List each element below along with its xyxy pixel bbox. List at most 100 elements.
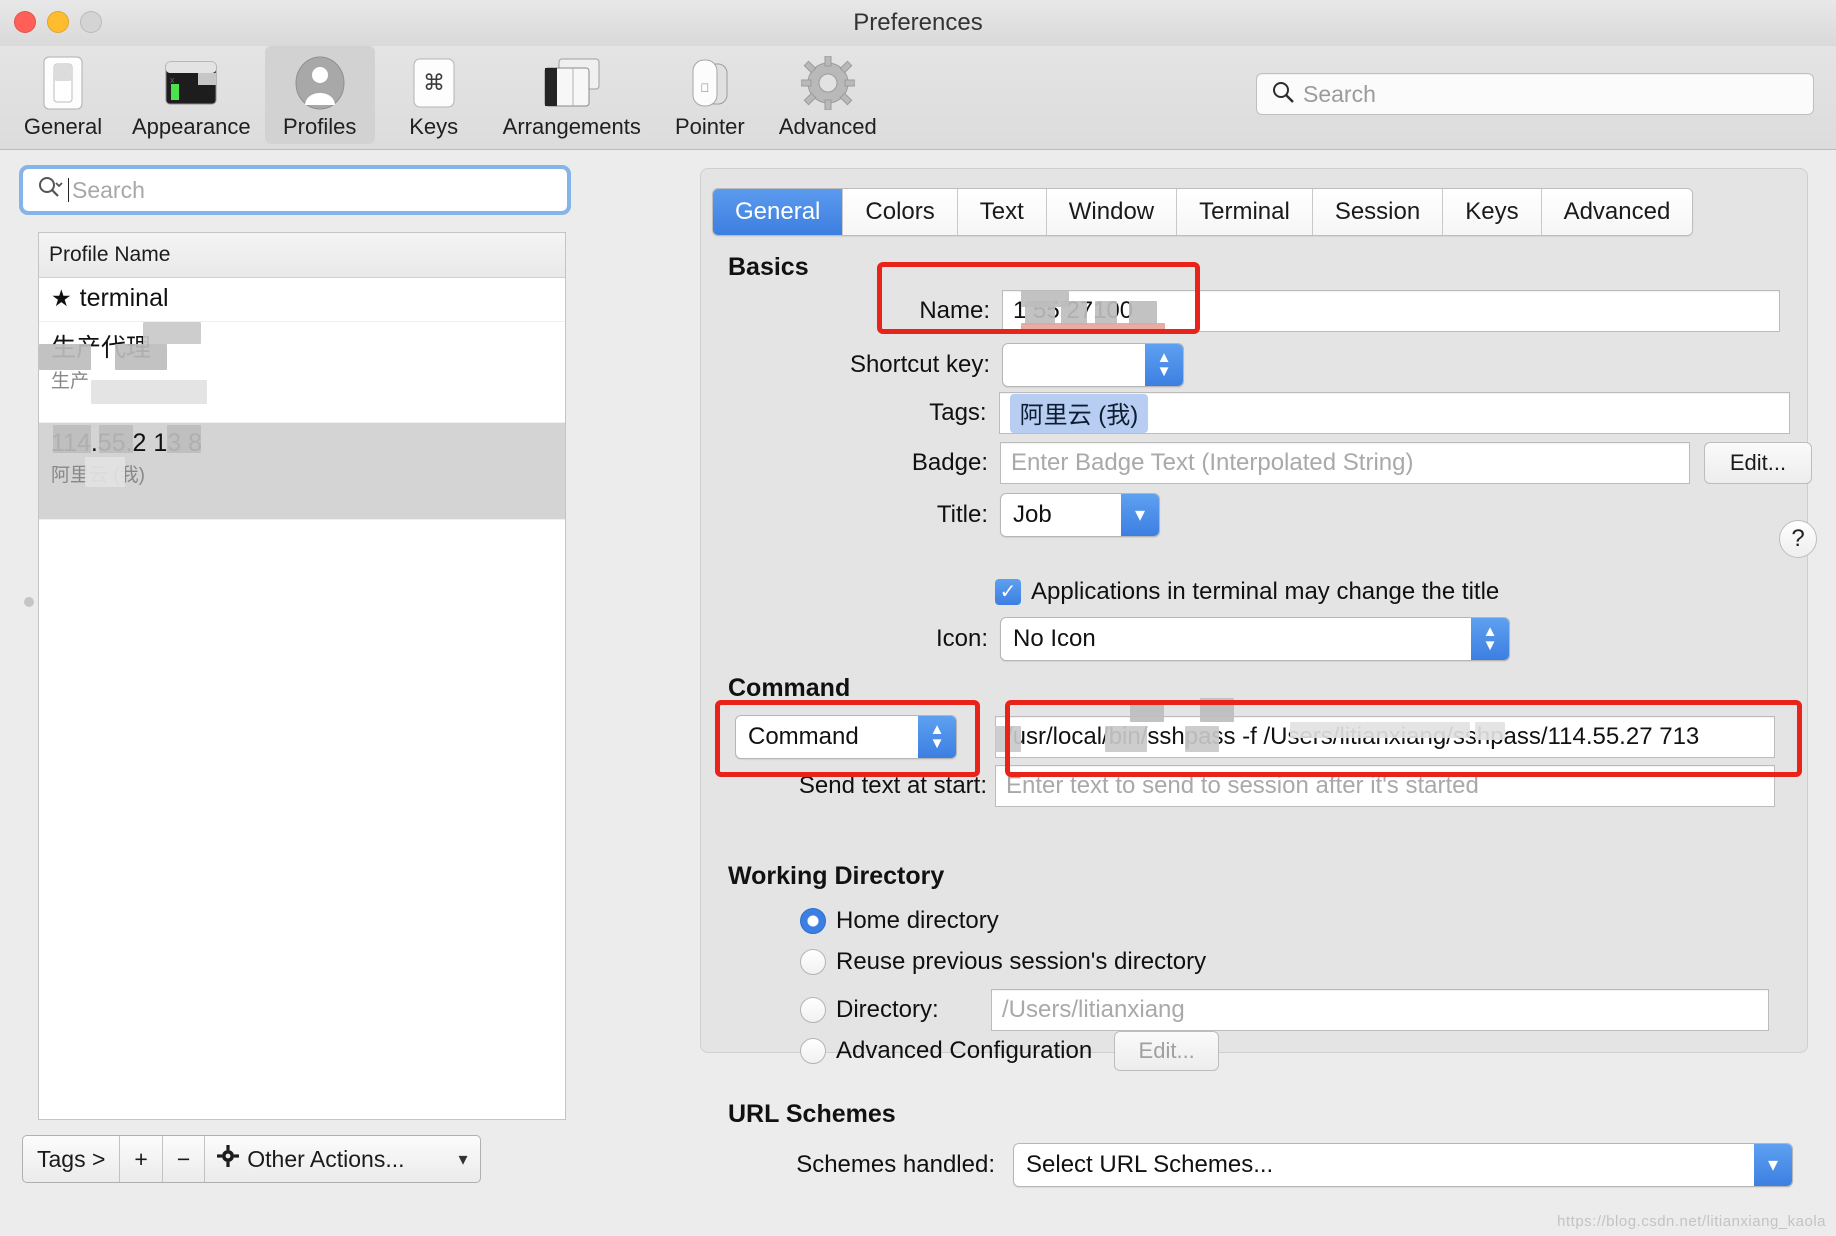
profile-search-input[interactable]: Search: [19, 165, 571, 215]
radio-home-directory[interactable]: [800, 908, 826, 934]
tags-label: Tags:: [929, 399, 987, 426]
tab-window[interactable]: Window: [1046, 189, 1178, 235]
wd-directory-radio-row[interactable]: Directory: /Users/litianxiang: [800, 989, 1769, 1031]
badge-field[interactable]: Enter Badge Text (Interpolated String): [1000, 442, 1690, 484]
toolbar-label-appearance: Appearance: [132, 114, 251, 139]
radio-directory[interactable]: [800, 997, 826, 1023]
basics-heading: Basics: [728, 253, 809, 281]
help-button[interactable]: ?: [1779, 520, 1817, 558]
wd-directory-field[interactable]: /Users/litianxiang: [991, 989, 1769, 1031]
watermark-text: https://blog.csdn.net/litianxiang_kaola: [1557, 1213, 1826, 1230]
remove-profile-button[interactable]: −: [163, 1136, 206, 1182]
toolbar-item-profiles[interactable]: Profiles: [264, 46, 375, 144]
wd-reuse-radio-row[interactable]: Reuse previous session's directory: [800, 948, 1206, 976]
profile-search-placeholder: Search: [72, 176, 145, 203]
redaction-blob: [1475, 722, 1505, 740]
window-title: Preferences: [853, 9, 983, 36]
profile-tabs: General Colors Text Window Terminal Sess…: [712, 188, 1694, 236]
toolbar-item-keys[interactable]: ⌘ Keys: [379, 46, 489, 144]
switch-icon: [18, 54, 108, 112]
title-select[interactable]: Job ▾: [1000, 493, 1160, 537]
wd-advanced-radio-row[interactable]: Advanced Configuration Edit...: [800, 1031, 1220, 1071]
send-text-row: Send text at start: Enter text to send t…: [645, 765, 1775, 807]
svg-text:: : [700, 81, 709, 95]
icon-row: Icon: No Icon ▲ ▼: [860, 617, 1510, 661]
toolbar-label-keys: Keys: [409, 114, 459, 139]
redaction-blob: [1021, 323, 1165, 331]
chevron-down-icon[interactable]: ▾: [1121, 494, 1159, 536]
toolbar-label-profiles: Profiles: [282, 114, 357, 139]
mouse-icon: : [665, 54, 755, 112]
toolbar-item-arrangements[interactable]: Arrangements: [493, 46, 651, 144]
person-icon: [275, 54, 365, 112]
redaction-blob: [1290, 722, 1470, 738]
checkbox-checked-icon[interactable]: ✓: [995, 579, 1021, 605]
redaction-blob: [1185, 726, 1219, 752]
gear-icon: [779, 54, 877, 112]
tab-colors[interactable]: Colors: [843, 189, 958, 235]
search-icon: [1271, 80, 1295, 109]
preferences-toolbar: General x Appearance Profiles ⌘ Keys Arr…: [0, 46, 1836, 150]
tab-general[interactable]: General: [713, 189, 844, 235]
redaction-blob: [143, 322, 201, 344]
tab-text[interactable]: Text: [957, 189, 1047, 235]
toolbar-search-placeholder: Search: [1303, 80, 1376, 107]
send-text-field[interactable]: Enter text to send to session after it's…: [995, 765, 1775, 807]
chevron-down-icon[interactable]: ▾: [1754, 1144, 1792, 1186]
redaction-blob: [1095, 301, 1117, 325]
redaction-blob: [39, 344, 91, 370]
profiles-bottom-toolbar: Tags > + − Other Actions... ▾: [22, 1135, 481, 1183]
icon-select[interactable]: No Icon ▲ ▼: [1000, 617, 1510, 661]
tags-field[interactable]: 阿里云 (我): [998, 392, 1790, 434]
search-icon: [37, 175, 63, 206]
redaction-blob: [1129, 301, 1157, 325]
command-mode-value: Command: [748, 723, 859, 750]
tag-chip[interactable]: 阿里云 (我): [1009, 393, 1149, 433]
name-row: Name: 1 55 27100: [880, 290, 1790, 332]
wd-directory-label: Directory:: [836, 996, 939, 1023]
url-schemes-heading: URL Schemes: [728, 1100, 896, 1128]
command-mode-select[interactable]: Command ▲ ▼: [735, 715, 957, 759]
svg-text:x: x: [170, 75, 175, 85]
name-label: Name:: [919, 297, 990, 324]
toolbar-item-general[interactable]: General: [8, 46, 118, 144]
toolbar-item-appearance[interactable]: x Appearance: [122, 46, 261, 144]
name-field[interactable]: 1 55 27100: [1002, 290, 1780, 332]
badge-placeholder: Enter Badge Text (Interpolated String): [1011, 449, 1414, 476]
schemes-handled-select[interactable]: Select URL Schemes... ▾: [1013, 1143, 1793, 1187]
working-directory-heading: Working Directory: [728, 862, 945, 890]
wd-home-radio-row[interactable]: Home directory: [800, 907, 999, 935]
shortcut-key-row: Shortcut key: ▲ ▼: [800, 343, 1184, 387]
tab-terminal[interactable]: Terminal: [1177, 189, 1313, 235]
tab-advanced[interactable]: Advanced: [1541, 189, 1693, 235]
tab-keys[interactable]: Keys: [1443, 189, 1542, 235]
redaction-blob: [1025, 301, 1055, 325]
other-actions-button[interactable]: Other Actions... ▾: [205, 1136, 479, 1182]
table-row[interactable]: ★ terminal: [39, 278, 565, 322]
shortcut-key-stepper[interactable]: ▲ ▼: [1002, 343, 1184, 387]
radio-reuse-session[interactable]: [800, 949, 826, 975]
table-row[interactable]: 114.55.2 13 8 阿里云 (我): [39, 423, 565, 520]
panel-splitter-handle[interactable]: [24, 597, 34, 607]
wd-reuse-label: Reuse previous session's directory: [836, 948, 1207, 975]
tags-button[interactable]: Tags >: [23, 1136, 121, 1182]
add-profile-button[interactable]: +: [120, 1136, 163, 1182]
toolbar-item-pointer[interactable]:  Pointer: [655, 46, 765, 144]
tab-session[interactable]: Session: [1312, 189, 1444, 235]
stepper-arrows-icon[interactable]: ▲ ▼: [1145, 344, 1183, 386]
radio-advanced-config[interactable]: [800, 1038, 826, 1064]
title-change-checkbox-row[interactable]: ✓ Applications in terminal may change th…: [995, 578, 1499, 606]
toolbar-search-field[interactable]: Search: [1256, 73, 1814, 115]
schemes-handled-row: Schemes handled: Select URL Schemes... ▾: [735, 1143, 1793, 1187]
badge-edit-button[interactable]: Edit...: [1704, 442, 1812, 484]
schemes-handled-value: Select URL Schemes...: [1026, 1151, 1274, 1178]
title-row: Title: Job ▾: [860, 493, 1160, 537]
windows-icon: [503, 54, 641, 112]
preferences-window: Preferences General x Appearance Profile…: [0, 0, 1836, 1236]
other-actions-label: Other Actions...: [247, 1145, 405, 1172]
toolbar-item-advanced[interactable]: Advanced: [769, 46, 887, 144]
stepper-arrows-icon[interactable]: ▲ ▼: [1471, 618, 1509, 660]
stepper-arrows-icon[interactable]: ▲ ▼: [918, 716, 956, 758]
wd-advanced-edit-button[interactable]: Edit...: [1114, 1031, 1220, 1071]
table-row[interactable]: 生产代理 生产: [39, 322, 565, 423]
